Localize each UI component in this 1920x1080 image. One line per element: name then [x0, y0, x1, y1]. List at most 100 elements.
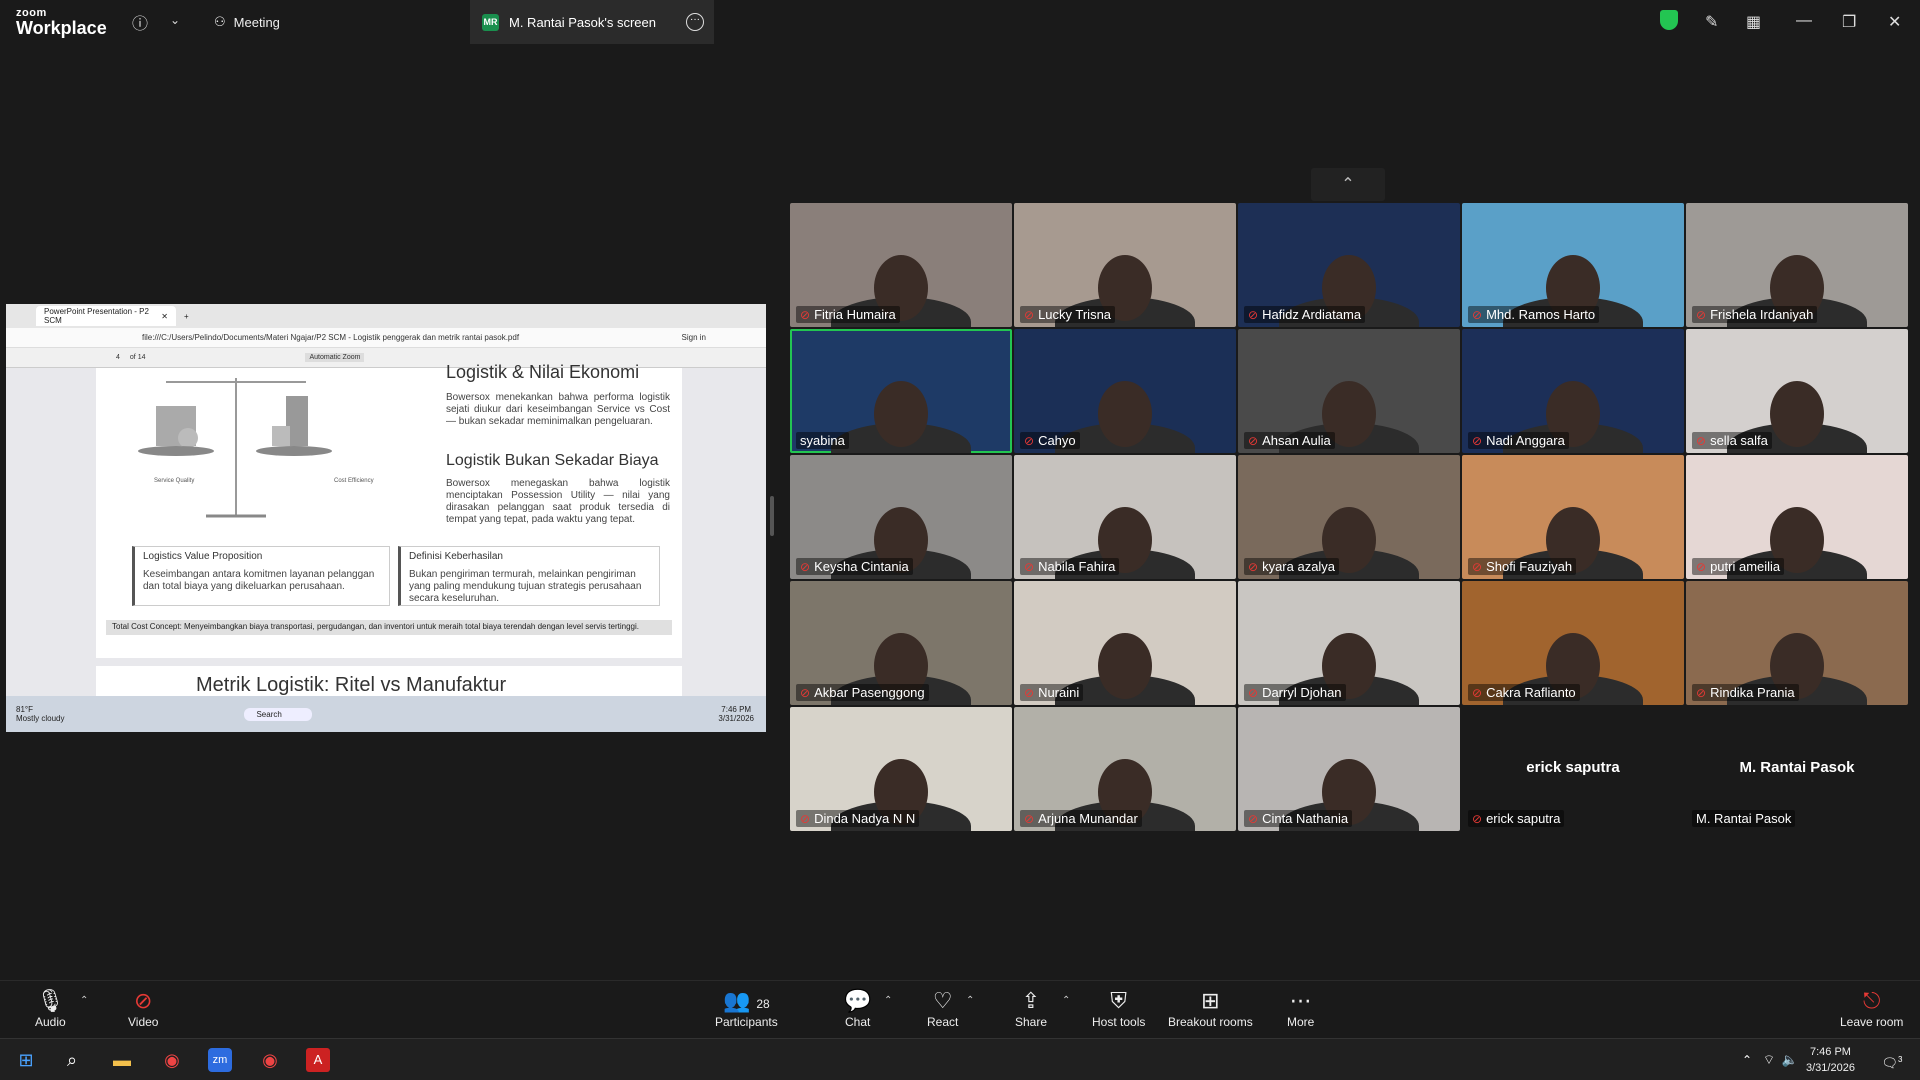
share-button[interactable]: ⇪ Share: [1015, 987, 1047, 1029]
participant-tile[interactable]: ⊘ sella salfa: [1686, 329, 1908, 453]
participant-tile[interactable]: ⊘ kyara azalya: [1238, 455, 1460, 579]
participant-tile[interactable]: ⊘ Cakra Raflianto: [1462, 581, 1684, 705]
participant-display-name: M. Rantai Pasok: [1739, 759, 1855, 776]
participant-tile[interactable]: ⊘ Cinta Nathania: [1238, 707, 1460, 831]
participant-tile[interactable]: ⊘ Keysha Cintania: [790, 455, 1012, 579]
info-icon[interactable]: ⓘ: [132, 10, 148, 34]
box1-text: Keseimbangan antara komitmen layanan pel…: [143, 569, 375, 592]
restore-icon[interactable]: ❐: [1842, 12, 1856, 32]
tray-overflow-icon[interactable]: ⌃: [1735, 1048, 1759, 1072]
participant-tile[interactable]: ⊘ Darryl Djohan: [1238, 581, 1460, 705]
acrobat-icon[interactable]: A: [306, 1048, 330, 1072]
chrome-icon[interactable]: ◉: [160, 1048, 184, 1072]
page-number-input[interactable]: 4: [116, 354, 120, 361]
search-icon[interactable]: ⌕: [60, 1048, 84, 1072]
mic-muted-icon: ⊘: [800, 811, 811, 826]
mic-muted-icon: ⊘: [1472, 433, 1483, 448]
participant-tile[interactable]: syabina: [790, 329, 1012, 453]
host-tools-button[interactable]: ⛨ Host tools: [1092, 987, 1145, 1029]
participant-name-tag: ⊘ Darryl Djohan: [1244, 684, 1346, 701]
participant-name: Nabila Fahira: [1038, 559, 1116, 574]
notifications-icon[interactable]: 🗨3: [1880, 1048, 1904, 1072]
shared-screen-content: PowerPoint Presentation - P2 SCM ✕ + fil…: [6, 304, 766, 732]
collapse-gallery-button[interactable]: ⌃: [1311, 168, 1385, 201]
windows-start-icon[interactable]: ⊞: [14, 1048, 38, 1072]
minimize-icon[interactable]: —: [1796, 12, 1812, 30]
participant-tile[interactable]: erick saputra ⊘ erick saputra: [1462, 707, 1684, 831]
participant-name: Akbar Pasenggong: [814, 685, 925, 700]
zoom-select[interactable]: Automatic Zoom: [305, 353, 365, 362]
mic-muted-icon: ⊘: [800, 559, 811, 574]
browser-tabbar: PowerPoint Presentation - P2 SCM ✕ +: [6, 304, 766, 328]
participants-icon: 👥 28: [722, 988, 770, 1013]
tab-meeting[interactable]: ⚇ Meeting: [214, 0, 280, 44]
browser-tab[interactable]: PowerPoint Presentation - P2 SCM ✕: [36, 306, 176, 326]
shared-weather-temp: 81°F: [16, 705, 33, 714]
close-icon[interactable]: ✕: [1888, 12, 1901, 32]
more-options-icon[interactable]: ···: [686, 13, 704, 31]
participant-tile[interactable]: ⊘ Mhd. Ramos Harto: [1462, 203, 1684, 327]
chevron-down-icon[interactable]: ⌄: [170, 13, 180, 27]
security-shield-icon[interactable]: [1660, 10, 1678, 30]
notification-count: 3: [1898, 1055, 1903, 1064]
participants-label: Participants: [715, 1015, 778, 1029]
view-layout-icon[interactable]: ▦: [1746, 12, 1761, 32]
participant-tile[interactable]: ⊘ Dinda Nadya N N: [790, 707, 1012, 831]
participant-tile[interactable]: ⊘ Ahsan Aulia: [1238, 329, 1460, 453]
participant-name-tag: syabina: [796, 432, 849, 449]
annotate-pen-icon[interactable]: ✎: [1705, 12, 1718, 32]
participant-tile[interactable]: ⊘ Frishela Irdaniyah: [1686, 203, 1908, 327]
mic-muted-icon: ⊘: [1248, 559, 1259, 574]
system-clock[interactable]: 7:46 PM 3/31/2026: [1806, 1044, 1855, 1076]
video-off-icon: ⊘: [134, 988, 153, 1013]
heart-icon: ♡: [932, 988, 953, 1013]
participant-tile[interactable]: ⊘ Arjuna Munandar: [1014, 707, 1236, 831]
participant-tile[interactable]: ⊘ Nabila Fahira: [1014, 455, 1236, 579]
mic-muted-icon: ⊘: [1248, 811, 1259, 826]
audio-button[interactable]: 🎙 Audio: [35, 987, 66, 1029]
chat-options-caret[interactable]: ⌃: [884, 995, 892, 1006]
participant-tile[interactable]: ⊘ Shofi Fauziyah: [1462, 455, 1684, 579]
scale-left-label: Service Quality: [154, 478, 195, 484]
sign-in-link[interactable]: Sign in: [682, 333, 706, 342]
zoom-app-icon[interactable]: zm: [208, 1048, 232, 1072]
participant-name: sella salfa: [1710, 433, 1768, 448]
video-button[interactable]: ⊘ Video: [128, 987, 158, 1029]
tab-shared-screen[interactable]: MR M. Rantai Pasok's screen ···: [470, 0, 714, 44]
box2-title: Definisi Keberhasilan: [409, 551, 503, 562]
audio-options-caret[interactable]: ⌃: [80, 995, 88, 1006]
participant-tile[interactable]: ⊘ Nadi Anggara: [1462, 329, 1684, 453]
participant-tile[interactable]: ⊘ Akbar Pasenggong: [790, 581, 1012, 705]
chrome-profile-icon[interactable]: ◉: [258, 1048, 282, 1072]
volume-icon[interactable]: 🔈: [1778, 1048, 1802, 1072]
participant-tile[interactable]: ⊘ Lucky Trisna: [1014, 203, 1236, 327]
file-explorer-icon[interactable]: ▬: [110, 1048, 134, 1072]
participant-tile[interactable]: ⊘ putri ameilia: [1686, 455, 1908, 579]
participant-name: syabina: [800, 433, 845, 448]
breakout-rooms-button[interactable]: ⊞ Breakout rooms: [1168, 987, 1253, 1029]
participants-button[interactable]: 👥 28 Participants: [715, 987, 778, 1029]
total-cost-concept-banner: Total Cost Concept: Menyeimbangkan biaya…: [106, 620, 672, 635]
mic-muted-icon: ⊘: [1024, 307, 1035, 322]
participant-tile[interactable]: ⊘ Rindika Prania: [1686, 581, 1908, 705]
chat-button[interactable]: 💬 Chat: [844, 987, 871, 1029]
participant-tile[interactable]: ⊘ Hafidz Ardiatama: [1238, 203, 1460, 327]
browser-address-bar[interactable]: file:///C:/Users/Pelindo/Documents/Mater…: [6, 328, 766, 348]
tab-close-icon[interactable]: ✕: [161, 312, 168, 321]
split-drag-handle[interactable]: [770, 496, 774, 536]
participant-tile[interactable]: M. Rantai Pasok M. Rantai Pasok: [1686, 707, 1908, 831]
participant-name-tag: ⊘ Frishela Irdaniyah: [1692, 306, 1818, 323]
participant-name: Frishela Irdaniyah: [1710, 307, 1814, 322]
react-button[interactable]: ♡ React: [927, 987, 958, 1029]
participant-tile[interactable]: ⊘ Fitria Humaira: [790, 203, 1012, 327]
leave-room-button[interactable]: ⎋ Leave room: [1840, 987, 1903, 1029]
participant-tile[interactable]: ⊘ Nuraini: [1014, 581, 1236, 705]
shared-time: 7:46 PM: [721, 705, 752, 714]
more-button[interactable]: ⋯ More: [1287, 987, 1314, 1029]
leave-label: Leave room: [1840, 1015, 1904, 1029]
share-label: Share: [1015, 1015, 1048, 1029]
share-options-caret[interactable]: ⌃: [1062, 995, 1070, 1006]
react-options-caret[interactable]: ⌃: [966, 995, 974, 1006]
new-tab-icon[interactable]: +: [184, 312, 189, 321]
participant-tile[interactable]: ⊘ Cahyo: [1014, 329, 1236, 453]
